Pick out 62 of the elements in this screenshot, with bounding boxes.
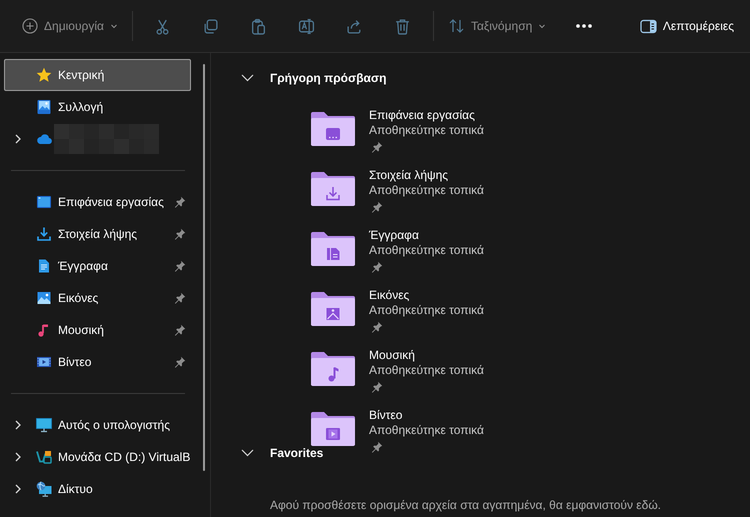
gallery-icon [36,99,52,115]
chevron-down-icon [240,74,254,82]
sidebar-item[interactable]: Στοιχεία λήψης [4,218,191,250]
caret-icon [110,22,118,30]
sidebar-item[interactable]: Μονάδα CD (D:) VirtualB [4,441,191,473]
folder-icon[interactable] [311,291,355,327]
section-title: Favorites [270,445,324,462]
folder-status: Αποθηκεύτηκε τοπικά [369,243,484,258]
trash-icon [394,18,412,34]
folder-name[interactable]: Επιφάνεια εργασίας [369,108,484,123]
folder-icon[interactable] [311,411,355,447]
copy-icon [202,18,220,34]
plus-circle-icon [22,18,38,34]
folder-name[interactable]: Εικόνες [369,288,484,303]
empty-message: Αφού προσθέσετε ορισμένα αρχεία στα αγαπημένα, θα εμφανιστούν εδώ. [270,498,662,513]
chevron-right-icon[interactable] [14,420,22,430]
folder-name[interactable]: Βίντεο [369,408,484,423]
chevron-right-icon[interactable] [14,134,22,144]
star-icon [36,67,52,83]
sidebar-item[interactable]: Έγγραφα [4,250,191,282]
sidebar-item[interactable]: Συλλογή [4,91,191,123]
sidebar-item[interactable]: Κεντρική [4,59,191,91]
folder-icon[interactable] [311,171,355,207]
chevron-down-icon [240,449,254,457]
more-icon [575,23,594,29]
sort-icon [448,18,465,34]
sidebar-item[interactable]: Δίκτυο [4,473,191,505]
paste-icon [250,18,268,34]
drive-icon [36,449,52,465]
section-title: Γρήγορη πρόσβαση [270,70,386,87]
caret-icon [538,22,546,30]
desktop-icon [36,194,52,210]
folder-name[interactable]: Έγγραφα [369,228,484,243]
chevron-right-icon[interactable] [14,452,22,462]
network-icon [36,481,52,497]
folder-status: Αποθηκεύτηκε τοπικά [369,303,484,318]
details-button[interactable]: Λεπτομέρειες [632,11,742,41]
sidebar-item[interactable]: Αυτός ο υπολογιστής [4,409,191,441]
film-icon [36,354,52,370]
folder-icon[interactable] [311,111,355,147]
share-icon [346,18,364,34]
document-icon [36,258,52,274]
folder-icon[interactable] [311,231,355,267]
folder-status: Αποθηκεύτηκε τοπικά [369,183,484,198]
chevron-right-icon[interactable] [14,484,22,494]
sidebar-item[interactable]: Επιφάνεια εργασίας [4,186,191,218]
folder-name[interactable]: Μουσική [369,348,484,363]
folder-name[interactable]: Στοιχεία λήψης [369,168,484,183]
cut-icon [154,18,172,34]
monitor-icon [36,417,52,433]
details-pane-icon [640,18,657,34]
sidebar-item[interactable]: Μουσική [4,314,191,346]
folder-status: Αποθηκεύτηκε τοπικά [369,363,484,378]
download-icon [36,226,52,242]
folder-status: Αποθηκεύτηκε τοπικά [369,423,484,438]
folder-icon[interactable] [311,351,355,387]
image-icon [36,290,52,306]
rename-icon [298,18,316,34]
sidebar-item[interactable]: Βίντεο [4,346,191,378]
scrollbar-thumb[interactable] [203,64,205,471]
folder-status: Αποθηκεύτηκε τοπικά [369,123,484,138]
sidebar-item[interactable]: Εικόνες [4,282,191,314]
